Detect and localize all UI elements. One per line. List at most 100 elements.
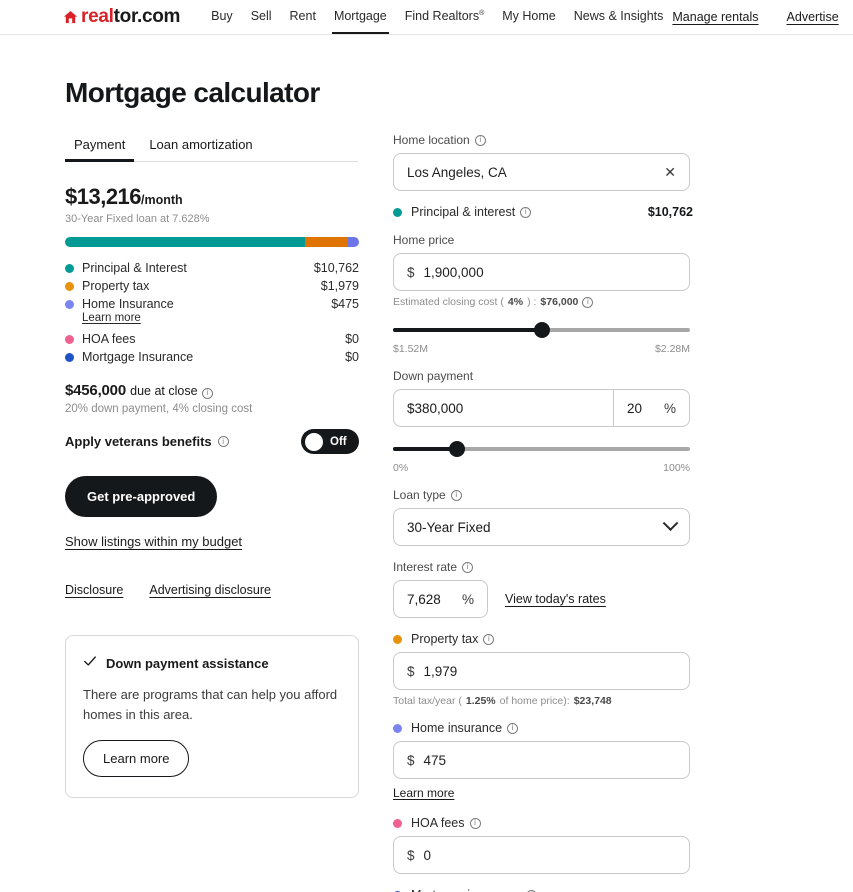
nav-item-mortgage[interactable]: Mortgage — [325, 0, 396, 34]
down-payment-assistance-card: Down payment assistance There are progra… — [65, 635, 359, 798]
nav-label: My Home — [502, 9, 556, 23]
label-text: Principal & interest — [411, 205, 516, 219]
slider-thumb[interactable] — [533, 322, 550, 338]
hoa-fees-label: HOA fees i — [393, 816, 693, 830]
nav-item-news-insights[interactable]: News & Insights — [565, 0, 673, 34]
veterans-benefits-toggle[interactable]: Off — [301, 429, 359, 454]
due-at-close: $456,000 due at close i — [65, 382, 365, 399]
tab-payment[interactable]: Payment — [65, 133, 135, 162]
down-payment-input[interactable]: $ 380,000 20 % — [393, 389, 690, 427]
loan-type-select[interactable]: 30-Year Fixed — [393, 508, 690, 546]
tab-label: Payment — [74, 137, 126, 152]
calculator-tabs: Payment Loan amortization — [65, 133, 358, 162]
info-icon[interactable]: i — [483, 633, 495, 645]
home-insurance-label: Home insurance i — [393, 721, 693, 735]
show-listings-budget-link[interactable]: Show listings within my budget — [65, 534, 365, 549]
home-insurance-learn-more-link[interactable]: Learn more — [393, 786, 454, 800]
nav-label: Find Realtors — [404, 9, 480, 23]
principal-interest-row: Principal & interest i $10,762 — [393, 205, 693, 219]
legend-value: $1,979 — [320, 279, 359, 293]
home-insurance-input[interactable]: $ 475 — [393, 741, 690, 779]
summary-column: Payment Loan amortization $13,216/month … — [65, 133, 365, 892]
home-insurance-learn-more-link[interactable]: Learn more — [82, 312, 359, 324]
helper-pct: 1.25% — [465, 695, 496, 707]
interest-rate-input[interactable]: 7,628 % — [393, 580, 488, 618]
home-location-input[interactable]: Los Angeles, CA ✕ — [393, 153, 690, 191]
nav-item-my-home[interactable]: My Home — [493, 0, 564, 34]
info-icon[interactable]: i — [217, 436, 229, 447]
info-icon[interactable]: i — [582, 296, 594, 308]
legend-row-mortgage-insurance: Mortgage Insurance $0 — [65, 348, 359, 366]
hoa-fees-value: 0 — [423, 847, 432, 863]
nav-item-rent[interactable]: Rent — [281, 0, 325, 34]
interest-rate-label: Interest rate i — [393, 560, 693, 574]
dpa-learn-more-button[interactable]: Learn more — [83, 740, 190, 777]
bar-segment-home-insurance — [348, 237, 359, 247]
tab-loan-amortization[interactable]: Loan amortization — [140, 133, 261, 161]
down-payment-group: Down payment $ 380,000 20 % 0% 100% — [393, 369, 693, 474]
slider-max-label: $2.28M — [654, 343, 690, 355]
info-icon[interactable]: i — [201, 387, 213, 399]
home-price-input[interactable]: $ 1,900,000 — [393, 253, 690, 291]
property-tax-value: 1,979 — [423, 663, 458, 679]
view-todays-rates-link[interactable]: View today's rates — [505, 592, 606, 606]
hoa-fees-input[interactable]: $ 0 — [393, 836, 690, 874]
info-icon[interactable]: i — [507, 722, 519, 734]
interest-rate-value: 7,628 — [407, 591, 441, 607]
legend-row-home-insurance: Home Insurance $475 — [65, 295, 359, 313]
veterans-benefits-label: Apply veterans benefits — [65, 434, 212, 449]
info-icon[interactable]: i — [469, 817, 481, 829]
slider-fill — [393, 328, 542, 332]
down-payment-percent-field[interactable]: 20 % — [613, 390, 689, 426]
home-insurance-dot — [393, 723, 402, 733]
helper-mid: of home price): — [499, 695, 570, 707]
info-icon[interactable]: i — [474, 134, 486, 146]
chevron-down-icon — [662, 514, 679, 531]
advertising-disclosure-link[interactable]: Advertising disclosure — [149, 583, 271, 597]
bar-segment-property-tax — [304, 237, 349, 247]
logo-text-real: real — [81, 6, 114, 27]
home-location-value: Los Angeles, CA — [407, 164, 507, 180]
info-icon[interactable]: i — [520, 206, 532, 218]
info-icon[interactable]: i — [450, 489, 462, 501]
nav-item-buy[interactable]: Buy — [202, 0, 242, 34]
page-title: Mortgage calculator — [65, 77, 320, 108]
due-at-close-label: due at close — [130, 384, 198, 398]
manage-rentals-link[interactable]: Manage rentals — [672, 10, 758, 24]
down-payment-slider-range: 0% 100% — [393, 462, 690, 474]
legend-label: Mortgage Insurance — [82, 350, 194, 364]
slider-fill — [393, 447, 458, 451]
home-price-slider[interactable] — [393, 322, 690, 338]
label-text: Loan type — [393, 488, 446, 502]
advertise-link[interactable]: Advertise — [787, 10, 839, 24]
mortgage-insurance-label: Mortgage insurance i — [393, 888, 693, 892]
due-at-close-note: 20% down payment, 4% closing cost — [65, 403, 253, 415]
realtor-logo[interactable]: real tor.com — [63, 6, 180, 28]
monthly-payment: $13,216/month — [65, 184, 365, 210]
disclosure-link[interactable]: Disclosure — [65, 583, 123, 597]
legend-value: $475 — [331, 297, 359, 311]
currency-symbol: $ — [407, 264, 415, 280]
home-price-group: Home price $ 1,900,000 Estimated closing… — [393, 233, 693, 355]
toggle-knob — [305, 432, 323, 451]
slider-thumb[interactable] — [449, 441, 466, 457]
close-icon[interactable]: ✕ — [664, 164, 676, 181]
currency-symbol: $ — [407, 847, 415, 863]
payment-breakdown-bar — [65, 237, 359, 247]
nav-item-find-realtors[interactable]: Find Realtors® — [396, 0, 494, 34]
monthly-payment-period: /month — [141, 193, 183, 207]
nav-item-sell[interactable]: Sell — [242, 0, 281, 34]
header-utility-links: Manage rentals Advertise — [672, 10, 838, 24]
property-tax-input[interactable]: $ 1,979 — [393, 652, 690, 690]
down-payment-amount-field[interactable]: $ 380,000 — [394, 390, 613, 426]
legend-dot — [65, 334, 74, 344]
monthly-payment-amount: $13,216 — [65, 184, 142, 209]
helper-mid: ) : — [527, 296, 537, 308]
label-text: Interest rate — [393, 560, 458, 574]
down-payment-slider[interactable] — [393, 441, 690, 457]
nav-label: Rent — [289, 9, 316, 23]
property-tax-group: Property tax i $ 1,979 Total tax/year (1… — [393, 632, 693, 707]
home-location-group: Home location i Los Angeles, CA ✕ — [393, 133, 693, 191]
info-icon[interactable]: i — [462, 561, 474, 573]
get-pre-approved-button[interactable]: Get pre-approved — [65, 476, 218, 517]
